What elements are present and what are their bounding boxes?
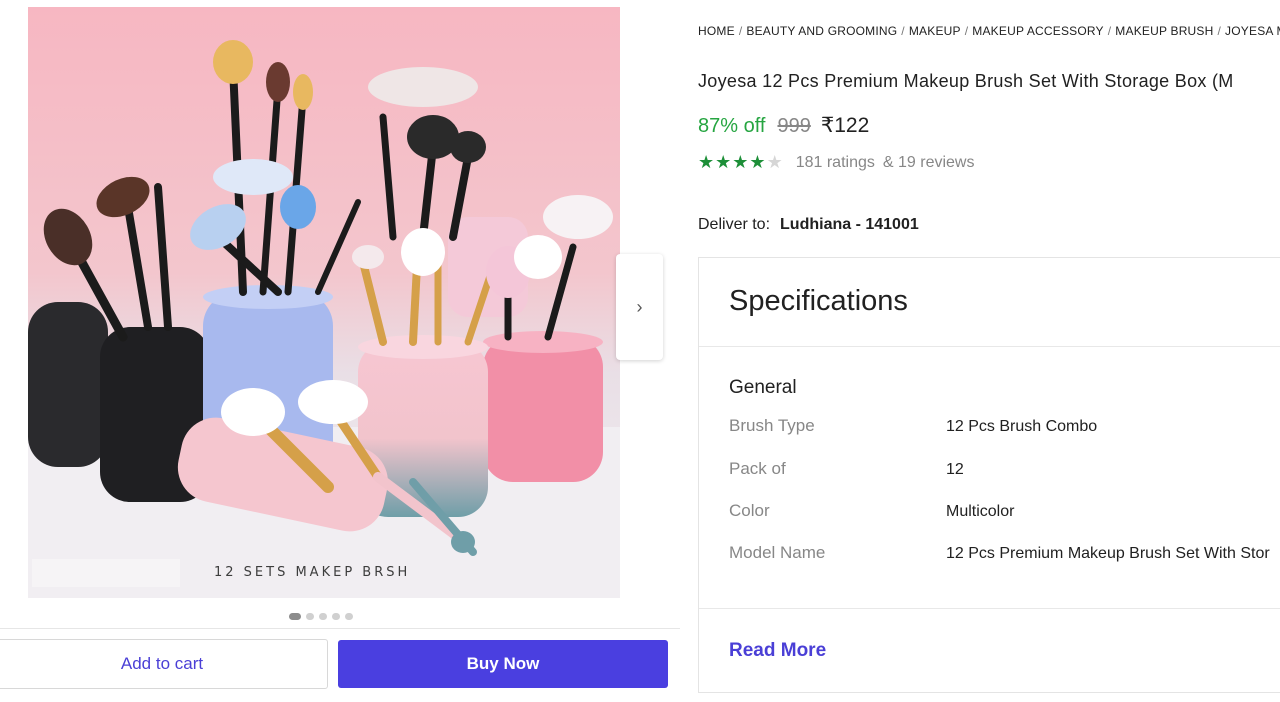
star-empty-icon: ★	[766, 152, 784, 172]
star-rating: ★★★★★	[698, 152, 784, 173]
breadcrumb-item-product[interactable]: JOYESA MA	[1225, 24, 1280, 38]
star-icon: ★	[715, 152, 733, 172]
add-to-cart-button[interactable]: Add to cart	[0, 639, 328, 689]
spec-value: 12 Pcs Brush Combo	[946, 418, 1098, 435]
specifications-title: Specifications	[729, 285, 908, 317]
breadcrumb-item-home[interactable]: HOME	[698, 24, 735, 38]
star-icon: ★	[749, 152, 767, 172]
delivery-location[interactable]: Deliver to: Ludhiana - 141001	[698, 216, 919, 234]
gallery-dot[interactable]	[319, 613, 327, 620]
discount-percent: 87% off	[698, 115, 766, 137]
star-icon: ★	[698, 152, 716, 172]
gallery-dot[interactable]	[332, 613, 340, 620]
breadcrumb-item-brush[interactable]: MAKEUP BRUSH	[1115, 24, 1213, 38]
selling-price: ₹122	[820, 114, 870, 137]
image-caption: 12 SETS MAKEP BRSH	[214, 565, 411, 580]
spec-key: Brush Type	[729, 416, 815, 435]
next-image-button[interactable]: ›	[616, 254, 663, 360]
gallery-dot[interactable]	[345, 613, 353, 620]
spec-section-title: General	[729, 377, 797, 398]
original-price: 999	[777, 115, 811, 137]
breadcrumb-item-makeup[interactable]: MAKEUP	[909, 24, 961, 38]
breadcrumb-item-accessory[interactable]: MAKEUP ACCESSORY	[972, 24, 1103, 38]
spec-key: Color	[729, 501, 770, 520]
gallery-dots	[289, 613, 353, 620]
read-more-link[interactable]: Read More	[729, 640, 826, 662]
buy-now-button[interactable]: Buy Now	[338, 640, 668, 688]
rating-row: ★★★★★ 181 ratings & 19 reviews	[698, 152, 974, 173]
product-details: HOME / BEAUTY AND GROOMING / MAKEUP / MAKEUP A…	[698, 0, 1280, 702]
spec-value: Multicolor	[946, 503, 1015, 520]
product-image[interactable]: 12 SETS MAKEP BRSH	[28, 7, 620, 598]
specifications-header: Specifications	[699, 258, 1280, 347]
specifications-panel: Specifications General Brush Type 12 Pcs…	[698, 257, 1280, 693]
deliver-label: Deliver to:	[698, 216, 771, 233]
gallery-dot[interactable]	[306, 613, 314, 620]
deliver-pincode: Ludhiana - 141001	[780, 216, 919, 233]
spec-value: 12	[946, 461, 964, 478]
reviews-count[interactable]: & 19 reviews	[883, 154, 975, 172]
spec-value: 12 Pcs Premium Makeup Brush Set With Sto…	[946, 545, 1270, 562]
caption-backdrop	[32, 559, 180, 587]
product-gallery: 12 SETS MAKEP BRSH › Add to cart Buy Now	[0, 0, 680, 702]
breadcrumb-item-beauty[interactable]: BEAUTY AND GROOMING	[746, 24, 897, 38]
ratings-count[interactable]: 181 ratings	[796, 154, 875, 172]
brush-set-illustration	[28, 40, 620, 598]
divider	[699, 608, 1280, 609]
action-bar: Add to cart Buy Now	[0, 628, 680, 699]
spec-key: Model Name	[729, 543, 826, 562]
price-row: 87% off 999 ₹122	[698, 113, 869, 138]
breadcrumb: HOME / BEAUTY AND GROOMING / MAKEUP / MAKEUP A…	[698, 24, 1280, 38]
chevron-right-icon: ›	[636, 296, 643, 317]
spec-key: Pack of	[729, 459, 786, 478]
gallery-dot[interactable]	[289, 613, 301, 620]
product-title: Joyesa 12 Pcs Premium Makeup Brush Set W…	[698, 71, 1234, 91]
star-icon: ★	[732, 152, 750, 172]
